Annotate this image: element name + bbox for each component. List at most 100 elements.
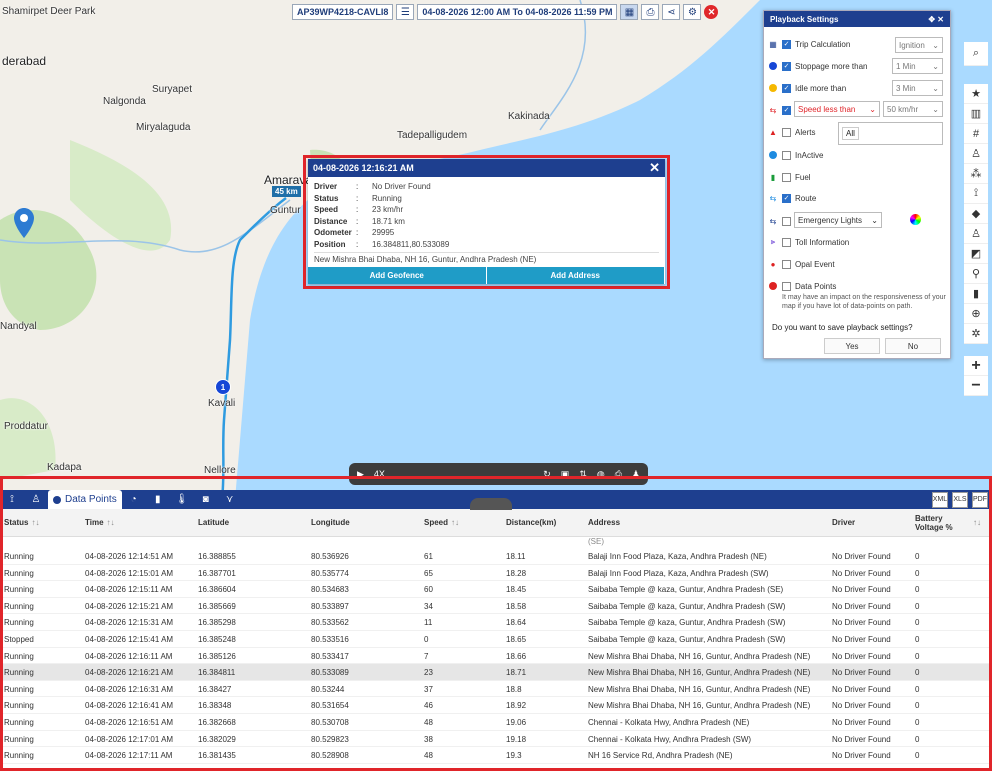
table-row[interactable]: Running 04-08-2026 12:16:41 AM 16.38348 80.… xyxy=(0,697,992,714)
emergency-lights-select[interactable]: Emergency Lights ⌄ xyxy=(794,212,882,228)
user-icon[interactable]: ♙ xyxy=(964,224,988,244)
route-marker[interactable]: 1 xyxy=(215,379,231,395)
print-icon[interactable]: ⎙ xyxy=(641,4,660,20)
zoom-out-icon[interactable]: − xyxy=(964,376,988,396)
setting-opal-event[interactable]: ● Opal Event xyxy=(768,259,835,269)
sort-icon[interactable]: ↑↓ xyxy=(970,518,981,527)
column-header[interactable]: Longitude xyxy=(311,518,350,527)
table-cell: Stopped xyxy=(4,635,34,644)
table-row[interactable]: Stopped 04-08-2026 12:15:41 AM 16.385248 80… xyxy=(0,631,992,648)
setting-emergency-lights[interactable]: ⇆ xyxy=(768,216,795,226)
table-cell: 80.535774 xyxy=(311,568,349,578)
settings-icon[interactable]: ✲ xyxy=(964,324,988,344)
idle-select[interactable]: 3 Min ⌄ xyxy=(892,80,943,96)
target-icon[interactable]: ⊕ xyxy=(964,304,988,324)
table-row[interactable]: Running 04-08-2026 12:14:51 AM 16.388855 80… xyxy=(0,548,992,565)
color-wheel-icon[interactable] xyxy=(910,214,921,225)
person-icon[interactable]: ♙ xyxy=(964,144,988,164)
add-address-button[interactable]: Add Address xyxy=(486,267,665,284)
resize-handle[interactable] xyxy=(470,498,512,510)
share-icon[interactable]: ⋖ xyxy=(662,4,681,20)
speed-value-select[interactable]: 50 km/hr ⌄ xyxy=(883,101,943,117)
table-row[interactable]: Running 04-08-2026 12:16:31 AM 16.38427 80.… xyxy=(0,681,992,698)
export-pdf-button[interactable]: PDF xyxy=(972,491,988,508)
building-icon[interactable]: ▮ xyxy=(964,284,988,304)
yes-button[interactable]: Yes xyxy=(824,338,880,354)
tab-data-points[interactable]: Data Points xyxy=(48,490,122,509)
stoppage-select[interactable]: 1 Min ⌄ xyxy=(892,58,943,74)
swap-icon[interactable]: ⇅ xyxy=(579,469,587,480)
location-pin-icon[interactable] xyxy=(14,208,34,240)
setting-route[interactable]: ⇆ ✓ Route xyxy=(768,193,816,203)
list-icon[interactable]: ☰ xyxy=(396,4,415,20)
table-row[interactable]: Running 04-08-2026 12:16:21 AM 16.384811 80… xyxy=(0,664,992,681)
gear-icon[interactable]: ⚙ xyxy=(683,4,702,20)
tab-trips[interactable]: ⟟ xyxy=(0,490,24,509)
alerts-select[interactable]: All xyxy=(838,122,943,145)
no-button[interactable]: No xyxy=(885,338,941,354)
column-header[interactable]: Address xyxy=(588,518,620,527)
table-cell: 0 xyxy=(915,701,920,711)
column-header[interactable]: Latitude xyxy=(198,518,229,527)
globe-icon[interactable]: ◍ xyxy=(597,469,605,480)
table-row[interactable]: Running 04-08-2026 12:15:31 AM 16.385298 80… xyxy=(0,614,992,631)
vehicle-select[interactable]: AP39WP4218-CAVLI8 xyxy=(292,4,394,20)
table-row[interactable]: Running 04-08-2026 12:16:51 AM 16.382668 80… xyxy=(0,714,992,731)
column-header[interactable]: Driver xyxy=(832,518,855,527)
tag-icon[interactable]: ◆ xyxy=(964,204,988,224)
export-xml-button[interactable]: XML xyxy=(932,491,948,508)
table-row[interactable]: Running 04-08-2026 12:15:01 AM 16.387701 80… xyxy=(0,565,992,582)
calendar-icon[interactable]: ▦ xyxy=(620,4,639,20)
setting-trip-calculation[interactable]: ▦ ✓ Trip Calculation xyxy=(768,39,850,49)
setting-speed[interactable]: ⇆ ✓ xyxy=(768,105,795,115)
speed-indicator[interactable]: 4X xyxy=(374,469,385,479)
move-close-icons[interactable]: ✥ ✕ xyxy=(928,15,944,24)
export-xls-button[interactable]: XLS xyxy=(952,491,968,508)
speed-condition-select[interactable]: Speed less than ⌄ xyxy=(794,101,880,117)
table-row[interactable]: Running 04-08-2026 12:15:11 AM 16.386604 80… xyxy=(0,581,992,598)
save-icon[interactable]: ▣ xyxy=(561,469,570,480)
tab-more[interactable]: ⋎ xyxy=(218,490,242,509)
trip-calculation-select[interactable]: Ignition ⌄ xyxy=(895,37,943,53)
search-icon[interactable]: ⌕ xyxy=(964,42,988,66)
setting-toll-information[interactable]: ⫸ Toll Information xyxy=(768,237,849,247)
star-icon[interactable]: ★ xyxy=(964,84,988,104)
table-cell: 19.3 xyxy=(506,751,522,761)
setting-alerts[interactable]: ▲ Alerts xyxy=(768,127,815,137)
tab-speed[interactable]: ◔ xyxy=(122,490,146,509)
tab-fuel[interactable]: ▮ xyxy=(146,490,170,509)
add-geofence-button[interactable]: Add Geofence xyxy=(308,267,487,284)
map-icon[interactable]: ▥ xyxy=(964,104,988,124)
setting-idle[interactable]: ✓ Idle more than xyxy=(768,83,846,93)
tab-camera[interactable]: ◙ xyxy=(194,490,218,509)
table-row[interactable]: Running 04-08-2026 12:17:11 AM 16.381435 80… xyxy=(0,747,992,764)
tab-temperature[interactable]: 🌡 xyxy=(170,490,194,509)
measure-icon[interactable]: ◩ xyxy=(964,244,988,264)
column-header[interactable]: Status ↑↓ xyxy=(4,518,39,527)
print-icon[interactable]: ⎙ xyxy=(615,469,622,480)
column-header[interactable]: Speed ↑↓ xyxy=(424,518,459,527)
play-icon[interactable]: ▶ xyxy=(357,469,364,480)
route-icon[interactable]: ⟟ xyxy=(964,184,988,204)
table-row[interactable]: Running 04-08-2026 12:15:21 AM 16.385669 80… xyxy=(0,598,992,615)
person-icon[interactable]: ♟ xyxy=(632,469,640,480)
replay-icon[interactable]: ↻ xyxy=(543,469,551,480)
date-range[interactable]: 04-08-2026 12:00 AM To 04-08-2026 11:59 … xyxy=(417,4,618,20)
zoom-in-icon[interactable]: + xyxy=(964,356,988,376)
setting-stoppage[interactable]: ✓ Stoppage more than xyxy=(768,61,868,71)
table-cell: 16.38348 xyxy=(198,701,232,711)
setting-data-points[interactable]: Data Points xyxy=(768,281,836,291)
setting-fuel[interactable]: ▮ Fuel xyxy=(768,172,811,182)
table-row[interactable]: Running 04-08-2026 12:17:01 AM 16.382029 80… xyxy=(0,731,992,748)
column-header[interactable]: Battery Voltage % xyxy=(915,514,963,532)
setting-inactive[interactable]: InActive xyxy=(768,150,823,160)
tab-stoppage[interactable]: ♙ xyxy=(24,490,48,509)
column-header[interactable]: Distance(km) xyxy=(506,518,556,527)
cluster-icon[interactable]: ⁂ xyxy=(964,164,988,184)
grid-icon[interactable]: # xyxy=(964,124,988,144)
table-row[interactable]: Running 04-08-2026 12:16:11 AM 16.385126 80… xyxy=(0,648,992,665)
column-header[interactable]: Time ↑↓ xyxy=(85,518,115,527)
location-icon[interactable]: ⚲ xyxy=(964,264,988,284)
close-icon[interactable]: ✕ xyxy=(649,160,660,176)
close-icon[interactable]: ✕ xyxy=(704,5,719,19)
